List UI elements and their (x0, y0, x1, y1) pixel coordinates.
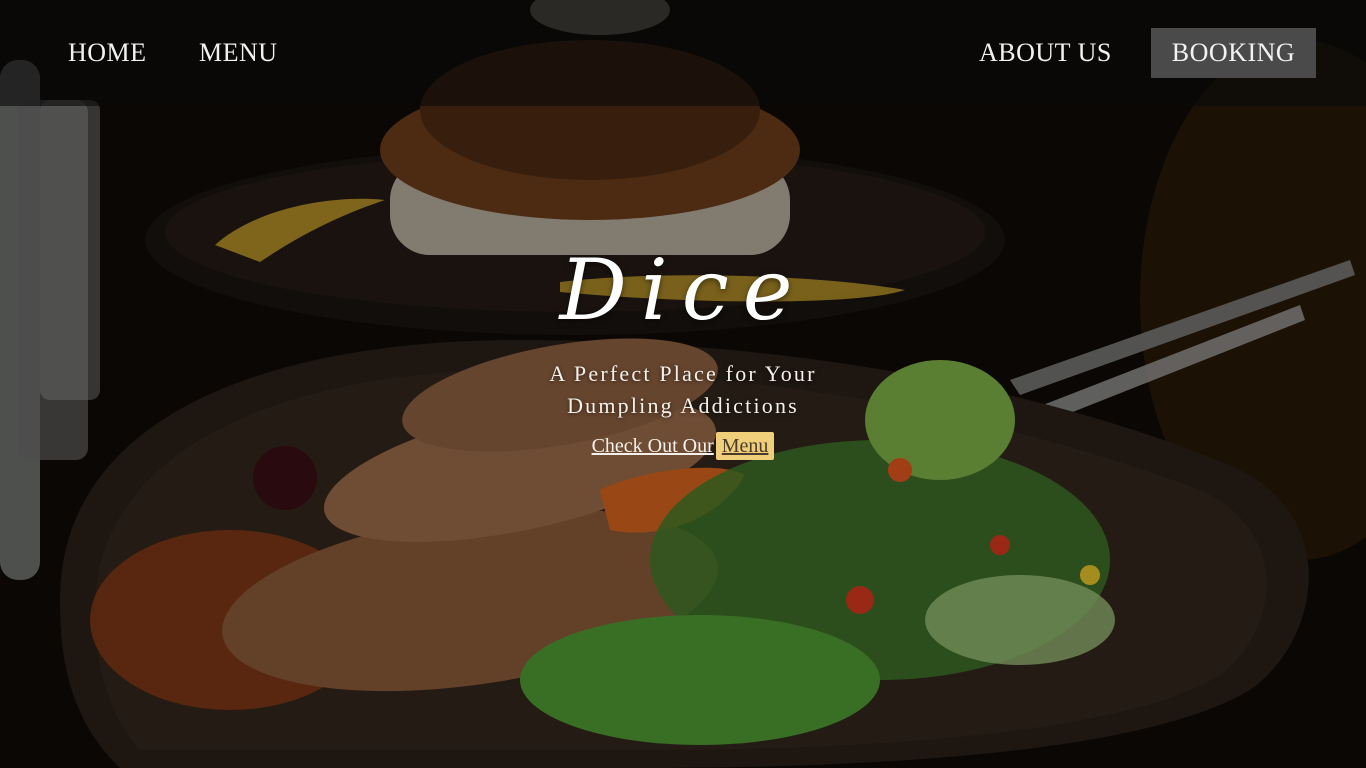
nav-about-us-link[interactable]: ABOUT US (979, 28, 1112, 78)
hero-section: HOME MENU ABOUT US BOOKING Dice A Perfec… (0, 0, 1366, 768)
top-navigation-bar: HOME MENU ABOUT US BOOKING (0, 0, 1366, 106)
cta-text-link[interactable]: Check Out Our (592, 435, 714, 457)
site-logo: Dice (559, 241, 807, 339)
nav-booking-button[interactable]: BOOKING (1151, 28, 1316, 78)
cta-menu-link[interactable]: Menu (715, 432, 775, 460)
nav-menu-link[interactable]: MENU (199, 28, 278, 78)
cta-row: Check Out Our Menu (383, 432, 983, 460)
brand-block: Dice A Perfect Place for Your Dumpling A… (383, 240, 983, 460)
nav-home-link[interactable]: HOME (68, 28, 147, 78)
hero-tagline: A Perfect Place for Your Dumpling Addict… (549, 361, 817, 418)
